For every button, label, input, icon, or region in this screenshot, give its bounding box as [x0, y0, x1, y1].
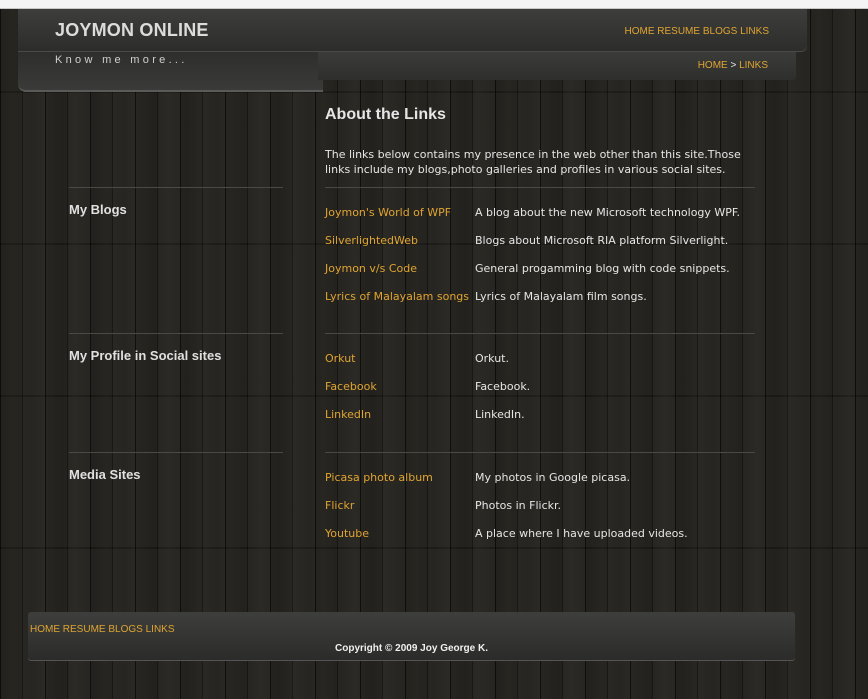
intro-text: The links below contains my presence in …	[325, 148, 741, 176]
section-title-social: My Profile in Social sites	[69, 348, 222, 363]
blog-link-code[interactable]: Joymon v/s Code	[325, 262, 417, 275]
top-nav-home[interactable]: HOME	[624, 26, 654, 37]
social-link-linkedin[interactable]: LinkedIn	[325, 408, 371, 421]
footer-nav: HOME RESUME BLOGS LINKS	[30, 624, 175, 635]
top-nav-blogs[interactable]: BLOGS	[703, 26, 737, 37]
link-description: A blog about the new Microsoft technolog…	[475, 206, 740, 219]
link-description: Facebook.	[475, 380, 531, 393]
section-divider-left	[69, 333, 283, 334]
top-nav-links[interactable]: LINKS	[740, 26, 769, 37]
section-divider-left	[69, 187, 283, 188]
page-heading: About the Links	[325, 106, 446, 123]
social-link-orkut[interactable]: Orkut	[325, 352, 356, 365]
breadcrumb-separator: >	[727, 60, 740, 71]
link-description: My photos in Google picasa.	[475, 471, 631, 484]
section-divider-right	[325, 187, 755, 188]
media-link-flickr[interactable]: Flickr	[325, 499, 354, 512]
media-link-picasa[interactable]: Picasa photo album	[325, 471, 433, 484]
section-title-media: Media Sites	[69, 467, 141, 482]
site-title: JOYMON ONLINE	[55, 20, 209, 40]
breadcrumb: HOME > LINKS	[698, 60, 768, 71]
link-description: A place where I have uploaded videos.	[475, 527, 688, 540]
site-header: JOYMON ONLINE Know me more... HOME RESUM…	[18, 9, 807, 92]
breadcrumb-home[interactable]: HOME	[698, 60, 728, 71]
site-footer: HOME RESUME BLOGS LINKS Copyright © 2009…	[28, 612, 795, 660]
media-link-youtube[interactable]: Youtube	[325, 527, 369, 540]
breadcrumb-current[interactable]: LINKS	[739, 60, 768, 71]
footer-nav-blogs[interactable]: BLOGS	[108, 624, 142, 635]
site-tagline: Know me more...	[55, 54, 188, 66]
blog-link-lyrics[interactable]: Lyrics of Malayalam songs	[325, 290, 469, 303]
link-description: Blogs about Microsoft RIA platform Silve…	[475, 234, 729, 247]
footer-nav-home[interactable]: HOME	[30, 624, 60, 635]
link-description: Photos in Flickr.	[475, 499, 561, 512]
footer-nav-links[interactable]: LINKS	[146, 624, 175, 635]
link-description: Orkut.	[475, 352, 509, 365]
link-description: General progamming blog with code snippe…	[475, 262, 730, 275]
section-divider-right	[325, 452, 755, 453]
section-title-blogs: My Blogs	[69, 202, 127, 217]
top-nav: HOME RESUME BLOGS LINKS	[624, 26, 769, 37]
link-description: Lyrics of Malayalam film songs.	[475, 290, 647, 303]
browser-top-edge	[0, 0, 868, 9]
blog-link-silverlight[interactable]: SilverlightedWeb	[325, 234, 418, 247]
copyright-text: Copyright © 2009 Joy George K.	[335, 643, 488, 654]
footer-nav-resume[interactable]: RESUME	[63, 624, 106, 635]
top-nav-resume[interactable]: RESUME	[657, 26, 700, 37]
blog-link-wpf[interactable]: Joymon's World of WPF	[325, 206, 451, 219]
social-link-facebook[interactable]: Facebook	[325, 380, 377, 393]
link-description: LinkedIn.	[475, 408, 525, 421]
section-divider-right	[325, 333, 755, 334]
section-divider-left	[69, 452, 283, 453]
